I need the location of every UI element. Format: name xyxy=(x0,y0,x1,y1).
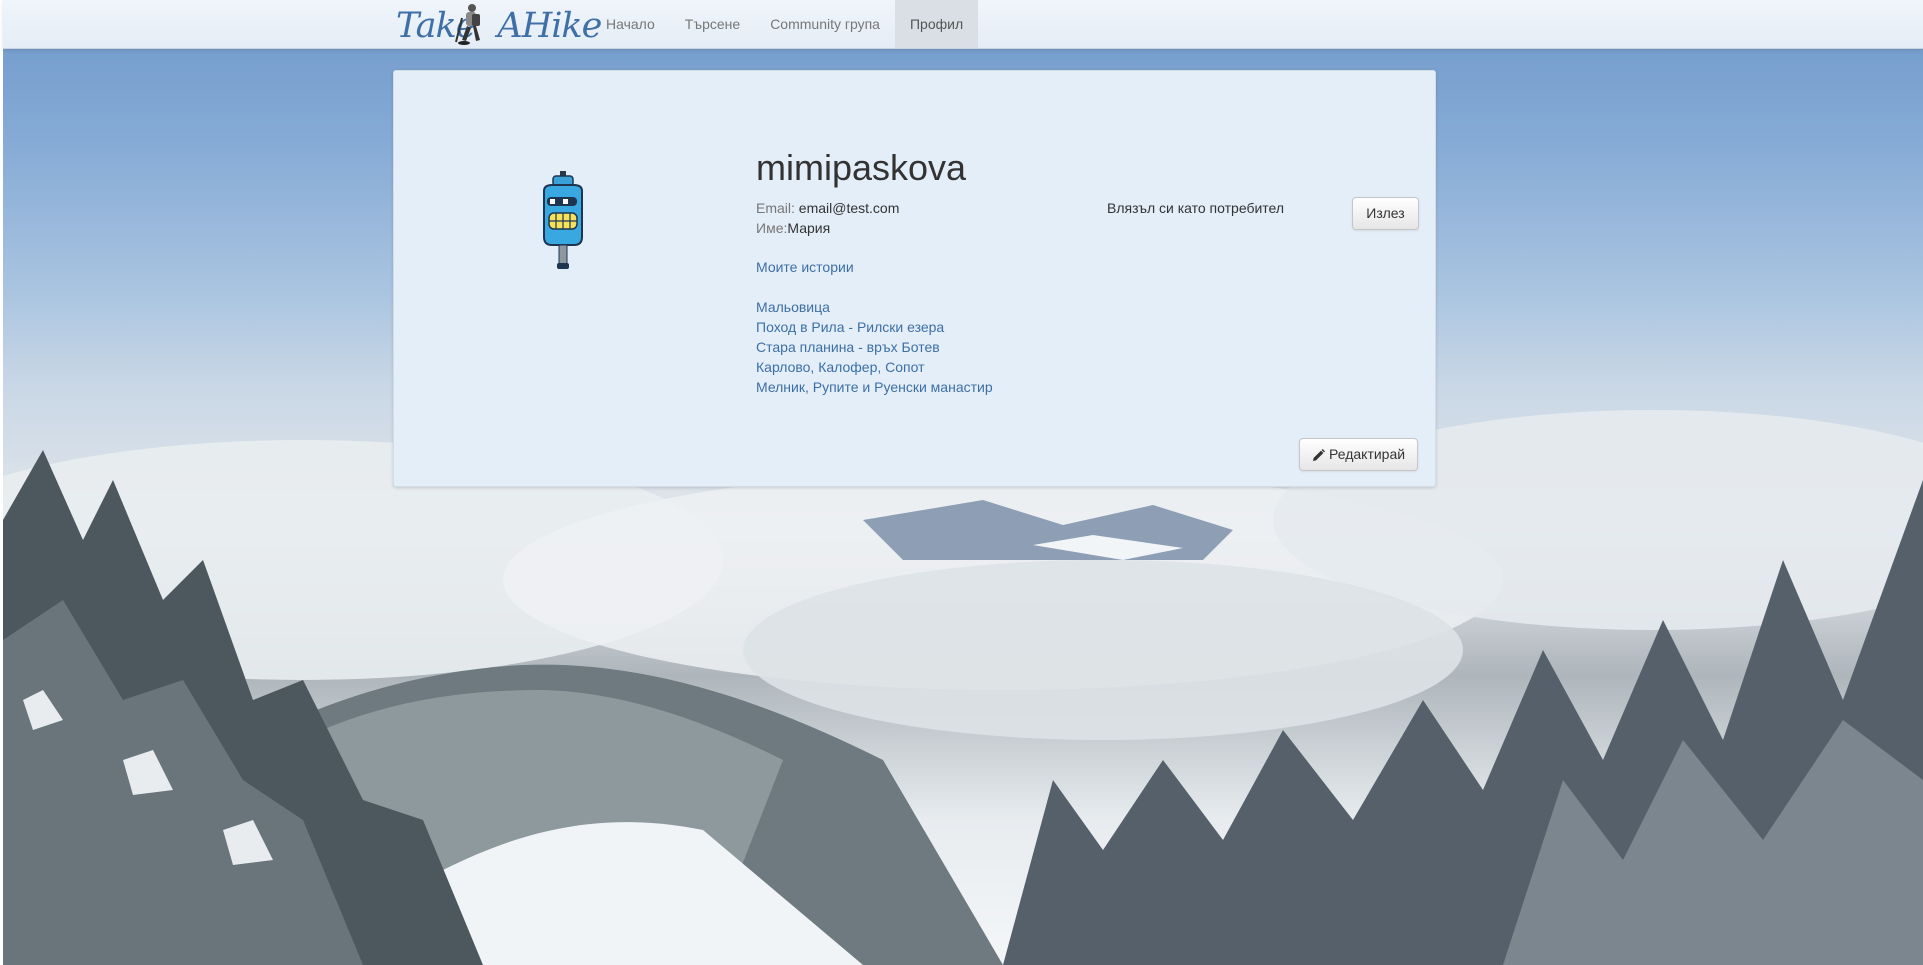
profile-info: Email: email@test.com Име:Мария xyxy=(756,198,899,238)
email-row: Email: email@test.com xyxy=(756,198,899,218)
my-stories-link[interactable]: Моите истории xyxy=(756,257,854,277)
robot-avatar-icon xyxy=(543,171,583,269)
email-value: email@test.com xyxy=(798,200,900,216)
nav-item-profile[interactable]: Профил xyxy=(894,0,979,48)
story-link[interactable]: Мелник, Рупите и Руенски манастир xyxy=(756,377,993,397)
name-label: Име: xyxy=(756,220,788,236)
name-row: Име:Мария xyxy=(756,218,899,238)
story-link[interactable]: Стара планина - връх Ботев xyxy=(756,337,993,357)
main-nav: Начало Търсене Community група Профил xyxy=(591,0,979,48)
nav-item-community[interactable]: Community група xyxy=(755,0,895,48)
logged-in-status: Влязъл си като потребител xyxy=(1107,200,1285,216)
name-value: Мария xyxy=(787,220,831,236)
story-link[interactable]: Карлово, Калофер, Сопот xyxy=(756,357,993,377)
profile-username: mimipaskova xyxy=(756,147,967,188)
brand-logo[interactable]: Take AHike xyxy=(392,0,602,48)
profile-card: mimipaskova Email: email@test.com Име:Ма… xyxy=(393,70,1436,487)
pencil-icon xyxy=(1313,448,1325,461)
stories-list: Мальовица Поход в Рила - Рилски езера Ст… xyxy=(756,297,993,397)
story-link[interactable]: Поход в Рила - Рилски езера xyxy=(756,317,993,337)
nav-item-search[interactable]: Търсене xyxy=(670,0,755,48)
logout-button[interactable]: Излез xyxy=(1352,197,1419,230)
edit-profile-button[interactable]: Редактирай xyxy=(1299,438,1419,471)
edit-button-label: Редактирай xyxy=(1329,446,1406,462)
brand-text: Take AHike xyxy=(396,6,602,46)
nav-item-home[interactable]: Начало xyxy=(591,0,670,48)
top-navbar: Take AHike Начало Търсене Community група… xyxy=(3,0,1923,49)
hiker-logo-icon xyxy=(455,4,480,45)
email-label: Email: xyxy=(756,200,795,216)
story-link[interactable]: Мальовица xyxy=(756,297,993,317)
